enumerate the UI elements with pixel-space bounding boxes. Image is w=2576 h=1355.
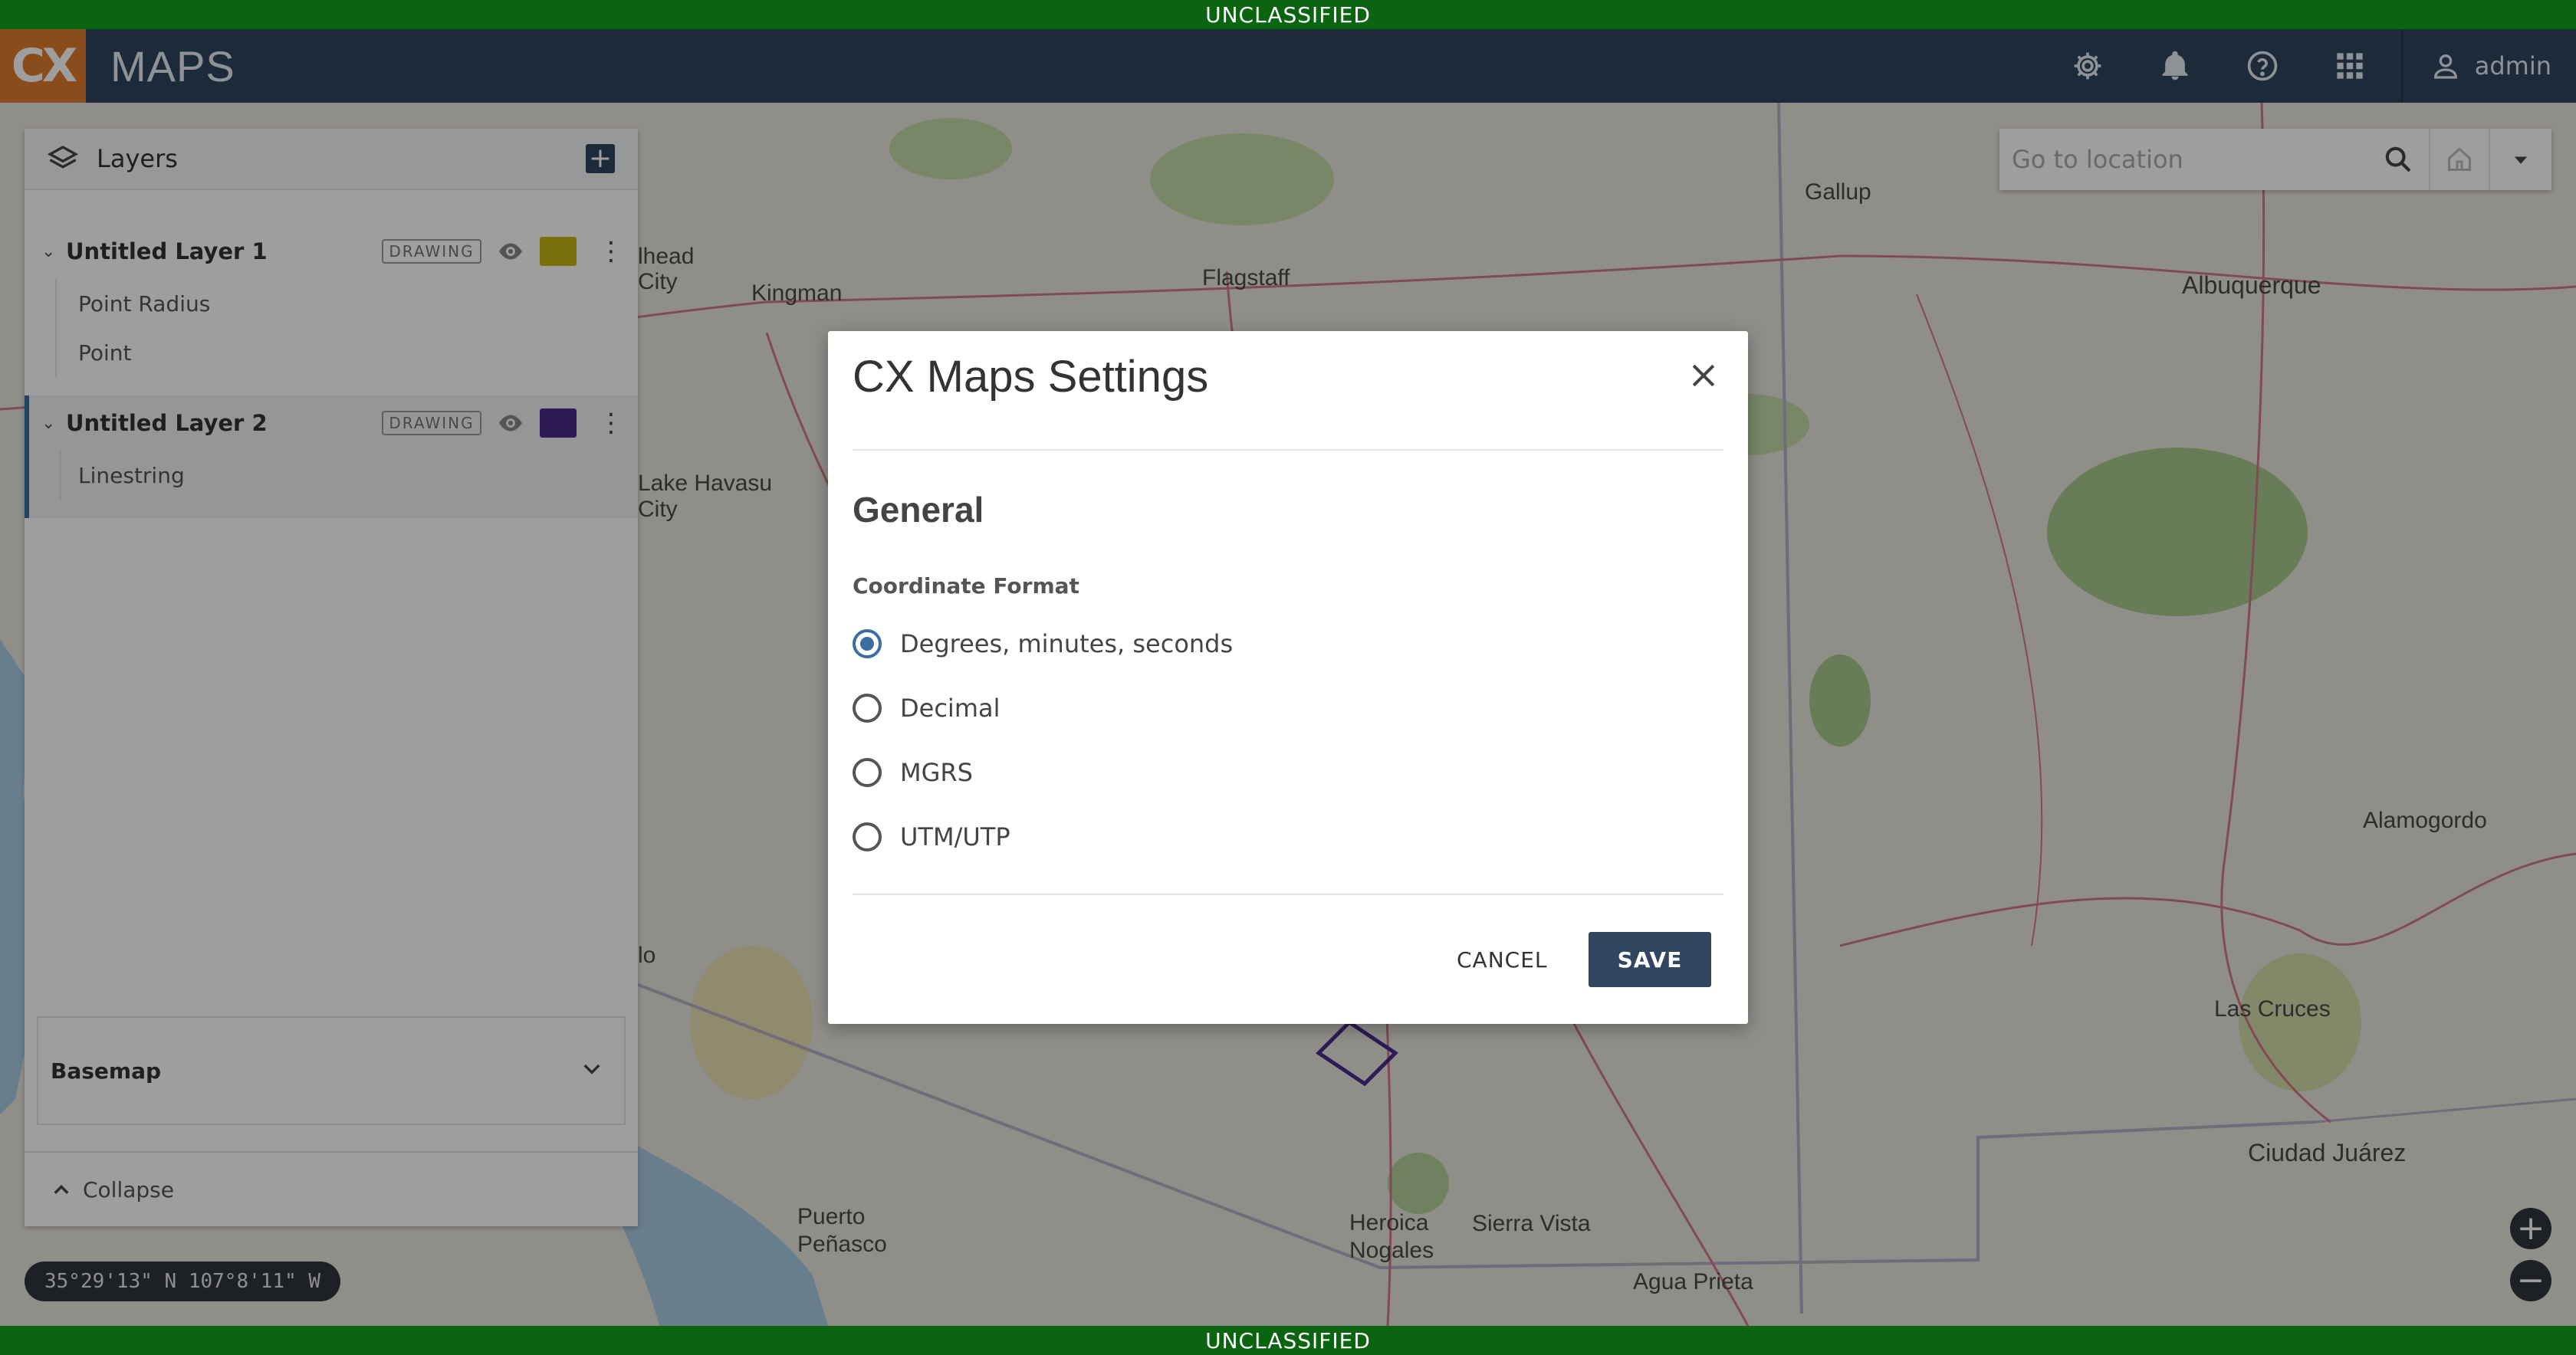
radio-label: Degrees, minutes, seconds — [900, 629, 1234, 658]
classification-banner-top: UNCLASSIFIED — [0, 0, 2576, 29]
radio-label: UTM/UTP — [900, 822, 1010, 851]
radio-option-mgrs[interactable]: MGRS — [853, 751, 973, 794]
radio-button[interactable] — [853, 629, 882, 658]
radio-option-decimal[interactable]: Decimal — [853, 687, 1000, 730]
dialog-divider — [853, 449, 1723, 451]
classification-banner-bottom: UNCLASSIFIED — [0, 1326, 2576, 1355]
radio-button[interactable] — [853, 758, 882, 787]
dialog-divider — [853, 894, 1723, 895]
cancel-button[interactable]: CANCEL — [1438, 932, 1566, 987]
settings-dialog: CX Maps Settings General Coordinate Form… — [828, 331, 1748, 1024]
section-title: General — [853, 490, 984, 530]
radio-option-dms[interactable]: Degrees, minutes, seconds — [853, 622, 1233, 665]
radio-button[interactable] — [853, 694, 882, 723]
radio-label: Decimal — [900, 694, 1001, 723]
radio-label: MGRS — [900, 758, 973, 787]
close-icon[interactable] — [1687, 359, 1720, 392]
radio-option-utm[interactable]: UTM/UTP — [853, 815, 1010, 858]
radio-button[interactable] — [853, 822, 882, 851]
coordinate-format-label: Coordinate Format — [853, 573, 1079, 599]
dialog-title: CX Maps Settings — [853, 352, 1209, 402]
save-button[interactable]: SAVE — [1589, 932, 1711, 987]
